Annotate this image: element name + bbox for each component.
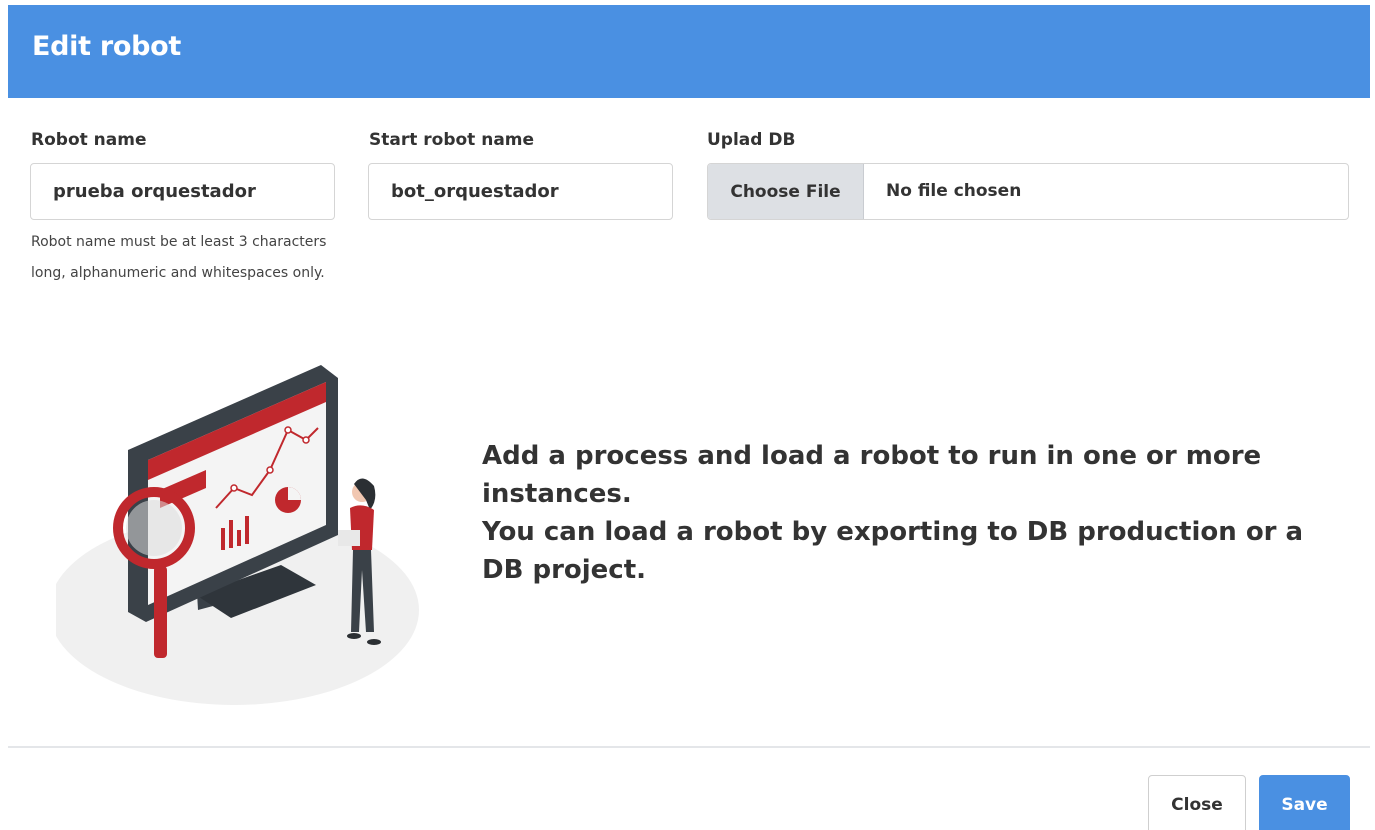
start-robot-name-input[interactable] (368, 163, 673, 220)
choose-file-button[interactable]: Choose File (708, 164, 864, 219)
upload-db-label: Uplad DB (707, 130, 796, 150)
modal-header: Edit robot (8, 5, 1370, 98)
robot-name-help-text: Robot name must be at least 3 characters… (31, 234, 327, 281)
robot-name-label: Robot name (31, 130, 147, 150)
magnifier-handle (154, 566, 167, 658)
screen-bar (245, 516, 249, 544)
footer-divider (8, 746, 1370, 748)
info-text: Add a process and load a robot to run in… (482, 437, 1342, 589)
info-line-1: Add a process and load a robot to run in… (482, 441, 1262, 509)
screen-bar (237, 530, 241, 546)
save-button[interactable]: Save (1259, 775, 1350, 830)
upload-db-file-input[interactable]: Choose File No file chosen (707, 163, 1349, 220)
edit-robot-modal: Edit robot Robot name Robot name must be… (8, 5, 1370, 830)
file-status-text: No file chosen (886, 181, 1022, 201)
robot-name-input[interactable] (30, 163, 335, 220)
person-clipboard (338, 530, 360, 546)
modal-title: Edit robot (32, 31, 181, 62)
analytics-illustration (56, 365, 419, 705)
info-line-2: You can load a robot by exporting to DB … (482, 517, 1304, 585)
screen-bar (221, 528, 225, 550)
close-button[interactable]: Close (1148, 775, 1246, 830)
screen-bar (229, 520, 233, 548)
start-robot-name-label: Start robot name (369, 130, 535, 150)
